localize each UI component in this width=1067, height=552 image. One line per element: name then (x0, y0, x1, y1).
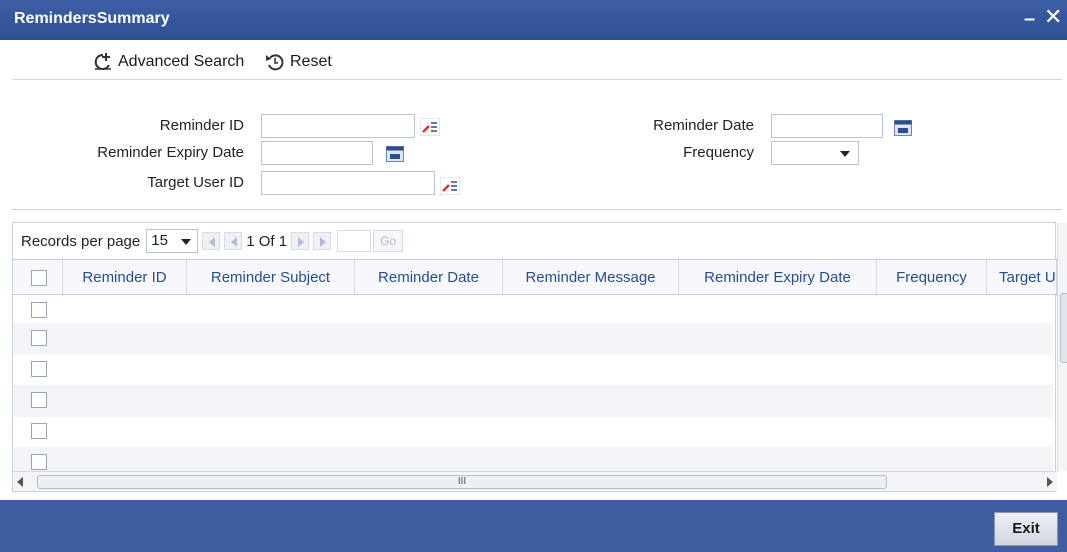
col-reminder-id[interactable]: Reminder ID (63, 260, 187, 296)
reminder-id-label: Reminder ID (159, 117, 244, 134)
search-panel: Reminder ID Reminder Expiry Date Target … (12, 80, 1062, 210)
records-per-page-value: 15 (151, 232, 168, 249)
col-reminder-message[interactable]: Reminder Message (503, 260, 679, 296)
page-info: 1 Of 1 (246, 232, 288, 250)
reminder-date-calendar-icon[interactable] (894, 120, 912, 136)
toolbar: Advanced Search Reset (12, 44, 1062, 80)
reminder-id-lookup-icon[interactable] (420, 118, 440, 136)
scroll-right-icon[interactable] (1047, 477, 1053, 487)
reminder-expiry-date-label: Reminder Expiry Date (97, 144, 244, 161)
horizontal-scroll-thumb[interactable]: III (37, 475, 887, 489)
reset-button[interactable]: Reset (264, 50, 332, 74)
reset-label: Reset (290, 53, 332, 70)
chevron-down-icon (840, 151, 850, 157)
target-user-id-input[interactable] (261, 171, 435, 195)
target-user-id-label: Target User ID (147, 174, 244, 191)
frequency-label: Frequency (683, 144, 754, 161)
table-row (13, 447, 1053, 471)
reset-icon (266, 54, 284, 71)
target-user-id-lookup-icon[interactable] (440, 177, 460, 195)
previous-page-icon[interactable] (224, 232, 243, 250)
advanced-search-icon (94, 53, 111, 70)
table-row (13, 385, 1053, 417)
row-checkbox[interactable] (31, 454, 47, 470)
col-reminder-expiry-date[interactable]: Reminder Expiry Date (679, 260, 877, 296)
table-row (13, 416, 1053, 448)
pager: Records per page 15 1 Of 1 Go (13, 223, 1057, 259)
select-all-checkbox[interactable] (31, 270, 47, 286)
select-all-cell (13, 260, 63, 296)
go-button[interactable]: Go (373, 230, 404, 252)
table-row (13, 323, 1053, 355)
row-checkbox[interactable] (31, 361, 47, 377)
reminder-id-input[interactable] (261, 114, 415, 138)
footer-bar (0, 500, 1067, 552)
vertical-scrollbar[interactable] (1057, 223, 1067, 471)
exit-button[interactable]: Exit (994, 512, 1058, 546)
reminder-expiry-date-input[interactable] (261, 141, 373, 165)
vertical-scroll-thumb[interactable] (1060, 293, 1067, 363)
first-page-icon[interactable] (202, 232, 221, 250)
next-page-icon[interactable] (291, 232, 310, 250)
window-title: RemindersSummary (14, 10, 170, 27)
reminder-date-label: Reminder Date (653, 117, 754, 134)
chevron-down-icon (181, 239, 192, 245)
close-icon[interactable]: ✕ (1044, 6, 1064, 30)
minimize-icon[interactable]: – (1024, 9, 1040, 30)
col-target-user-id[interactable]: Target U (987, 260, 1057, 296)
table-row (13, 354, 1053, 386)
frequency-select[interactable] (771, 141, 859, 165)
horizontal-scrollbar[interactable]: III (13, 471, 1057, 491)
title-bar: RemindersSummary – ✕ (0, 0, 1067, 40)
advanced-search-label: Advanced Search (118, 53, 245, 70)
results-grid: Records per page 15 1 Of 1 Go Reminder I… (12, 222, 1067, 492)
advanced-search-button[interactable]: Advanced Search (92, 50, 244, 74)
col-reminder-subject[interactable]: Reminder Subject (187, 260, 355, 296)
last-page-icon[interactable] (313, 232, 332, 250)
row-checkbox[interactable] (31, 302, 47, 318)
reminder-date-input[interactable] (771, 114, 883, 138)
records-per-page-label: Records per page (21, 232, 141, 250)
row-checkbox[interactable] (31, 392, 47, 408)
col-reminder-date[interactable]: Reminder Date (355, 260, 503, 296)
go-to-page-input[interactable] (337, 230, 372, 252)
reminders-summary-window: RemindersSummary – ✕ Advanced Search Res… (0, 0, 1067, 552)
row-checkbox[interactable] (31, 330, 47, 346)
records-per-page-select[interactable]: 15 (146, 229, 199, 253)
row-checkbox[interactable] (31, 423, 47, 439)
reminder-expiry-date-calendar-icon[interactable] (386, 146, 404, 162)
grid-header: Reminder ID Reminder Subject Reminder Da… (13, 259, 1057, 296)
scroll-left-icon[interactable] (17, 477, 23, 487)
col-frequency[interactable]: Frequency (877, 260, 987, 296)
